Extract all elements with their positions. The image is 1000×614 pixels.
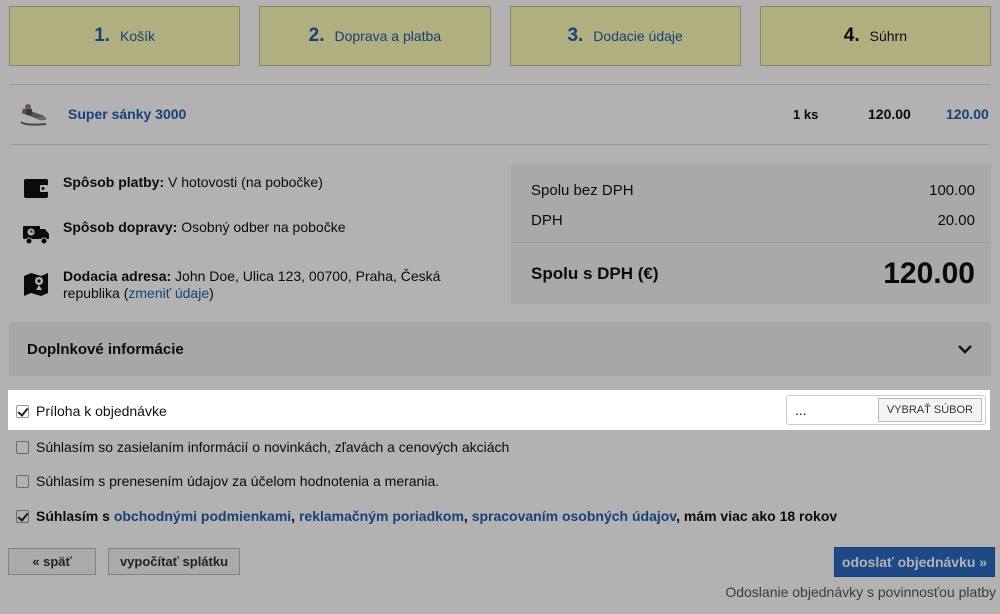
divider xyxy=(511,242,991,243)
step-delivery-details[interactable]: 3. Dodacie údaje xyxy=(509,6,741,66)
chevron-down-icon[interactable] xyxy=(957,341,973,357)
tracking-consent[interactable]: Súhlasím s prenesením údajov za účelom h… xyxy=(16,473,439,489)
attachment-checkbox[interactable] xyxy=(16,404,29,418)
terms-consent-label: Súhlasím s obchodnými podmienkami, rekla… xyxy=(36,508,838,524)
terms-checkbox[interactable] xyxy=(16,509,29,523)
total-row: Spolu s DPH (€) 120.00 xyxy=(531,257,975,291)
additional-info-accordion[interactable]: Doplnkové informácie xyxy=(9,322,991,376)
privacy-link[interactable]: spracovaním osobných údajov xyxy=(472,508,676,524)
divider xyxy=(9,84,991,85)
product-total-price: 120.00 xyxy=(946,106,989,122)
order-summary: Spolu bez DPH 100.00 DPH 20.00 Spolu s D… xyxy=(511,164,991,304)
terms-link[interactable]: obchodnými podmienkami xyxy=(114,508,291,524)
submit-note: Odoslanie objednávky s povinnosťou platb… xyxy=(725,584,996,600)
accordion-title: Doplnkové informácie xyxy=(27,340,184,358)
step-label: Dodacie údaje xyxy=(593,28,683,44)
step-summary: 4. Súhrn xyxy=(759,6,991,66)
step-number: 3. xyxy=(567,25,584,46)
step-shipping-payment[interactable]: 2. Doprava a platba xyxy=(259,6,491,66)
complaints-link[interactable]: reklamačným poriadkom xyxy=(299,508,464,524)
sled-product-image[interactable] xyxy=(18,98,50,130)
subtotal-row: Spolu bez DPH 100.00 xyxy=(531,182,975,199)
map-marker-icon xyxy=(22,270,50,298)
terms-consent[interactable]: Súhlasím s obchodnými podmienkami, rekla… xyxy=(16,508,837,524)
vat-value: 20.00 xyxy=(937,212,975,229)
vat-row: DPH 20.00 xyxy=(531,212,975,229)
newsletter-consent[interactable]: Súhlasím so zasielaním informácií o novi… xyxy=(16,439,509,455)
product-name-link[interactable]: Super sánky 3000 xyxy=(68,106,186,122)
step-number: 1. xyxy=(94,25,111,46)
checkout-steps: 1. Košík 2. Doprava a platba 3. Dodacie … xyxy=(9,6,991,66)
step-label: Súhrn xyxy=(869,28,907,44)
submit-order-button[interactable]: odoslať objednávku » xyxy=(834,547,995,577)
change-details-link[interactable]: zmeniť údaje xyxy=(128,285,209,301)
step-label: Košík xyxy=(120,28,156,44)
delivery-truck-icon xyxy=(22,219,50,247)
file-name-value: ... xyxy=(795,402,807,418)
wallet-icon xyxy=(22,174,50,202)
divider xyxy=(9,144,991,145)
back-button[interactable]: « späť xyxy=(8,548,96,575)
step-number: 2. xyxy=(308,25,325,46)
payment-method-text: Spôsob platby: V hotovosti (na pobočke) xyxy=(63,174,323,190)
delivery-address-info: Dodacia adresa: John Doe, Ulica 123, 007… xyxy=(22,268,462,302)
attachment-label: Príloha k objednávke xyxy=(36,403,167,419)
newsletter-checkbox[interactable] xyxy=(16,440,29,454)
newsletter-consent-label: Súhlasím so zasielaním informácií o novi… xyxy=(36,439,510,455)
total-label: Spolu s DPH (€) xyxy=(531,264,659,283)
payment-method-info: Spôsob platby: V hotovosti (na pobočke) xyxy=(22,174,492,202)
attachment-consent[interactable]: Príloha k objednávke xyxy=(16,403,167,419)
shipping-method-info: Spôsob dopravy: Osobný odber na pobočke xyxy=(22,219,492,247)
step-cart[interactable]: 1. Košík xyxy=(9,6,241,66)
tracking-consent-label: Súhlasím s prenesením údajov za účelom h… xyxy=(36,473,440,489)
file-upload-field[interactable]: ... VYBRAŤ SÚBOR xyxy=(786,395,986,425)
choose-file-button[interactable]: VYBRAŤ SÚBOR xyxy=(877,398,982,422)
shipping-method-text: Spôsob dopravy: Osobný odber na pobočke xyxy=(63,219,346,235)
delivery-address-text: Dodacia adresa: John Doe, Ulica 123, 007… xyxy=(63,268,441,301)
product-row: Super sánky 3000 1 ks 120.00 120.00 xyxy=(18,96,991,132)
product-quantity: 1 ks xyxy=(793,106,819,122)
step-label: Doprava a platba xyxy=(334,28,442,44)
product-unit-price: 120.00 xyxy=(868,106,911,122)
step-number: 4. xyxy=(843,25,860,46)
calculate-installment-button[interactable]: vypočítať splátku xyxy=(108,548,240,575)
tracking-checkbox[interactable] xyxy=(16,474,29,488)
attachment-row: Príloha k objednávke ... VYBRAŤ SÚBOR xyxy=(8,390,990,430)
checkout-page: 1. Košík 2. Doprava a platba 3. Dodacie … xyxy=(0,0,1000,614)
subtotal-label: Spolu bez DPH xyxy=(531,182,634,199)
total-value: 120.00 xyxy=(883,257,975,290)
subtotal-value: 100.00 xyxy=(929,182,975,199)
vat-label: DPH xyxy=(531,212,563,229)
